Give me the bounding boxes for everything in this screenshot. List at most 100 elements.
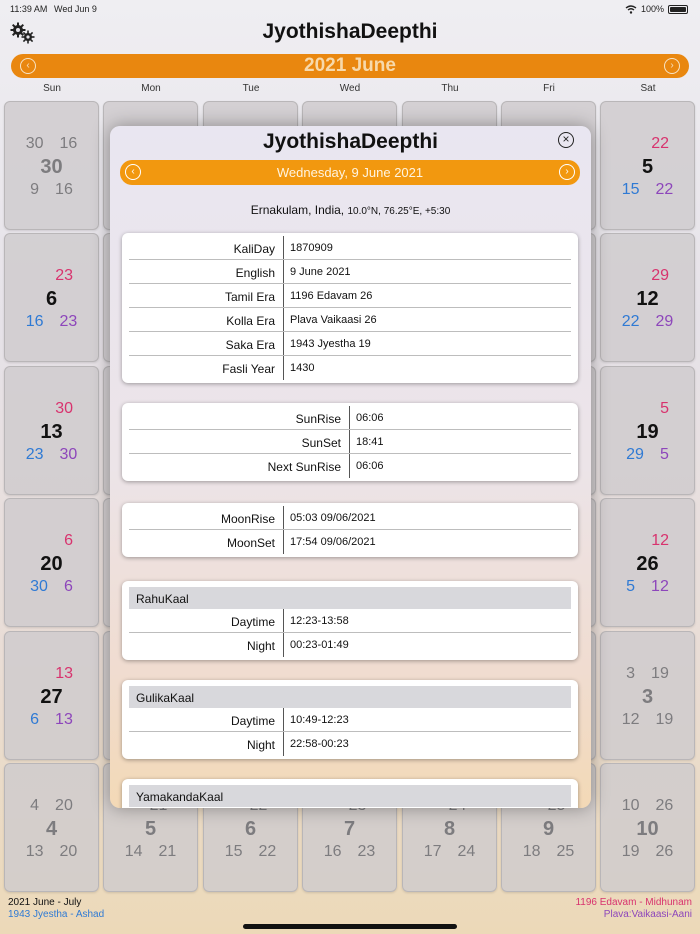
cell-bottom-value: 14 <box>124 843 143 860</box>
weekday-label: Thu <box>441 83 459 94</box>
footer-saka-range: 1943 Jyestha - Ashad <box>8 909 105 920</box>
info-label: English <box>235 266 275 280</box>
location-name: Ernakulam, India, <box>250 203 345 217</box>
info-value: 17:54 09/06/2021 <box>290 536 376 548</box>
info-row: Next SunRise 06:06 <box>129 454 571 478</box>
info-row: Night 22:58-00:23 <box>129 732 571 756</box>
weekday-label: Wed <box>339 83 361 94</box>
close-circle-icon[interactable]: × <box>558 132 574 148</box>
cell-top-value: 26 <box>655 797 674 814</box>
cell-bottom-dates: 14 21 <box>104 843 197 861</box>
footer-kolla-range: 1196 Edavam - Midhunam <box>575 897 692 908</box>
cell-bottom-value: 29 <box>655 313 674 330</box>
cell-bottom-dates: 30 6 <box>5 578 98 596</box>
footer-tamil-range: Plava:Vaikaasi-Aani <box>603 909 692 920</box>
weekday-header: Sun Mon Tue Wed Thu Fri Sat <box>0 83 700 97</box>
cell-bottom-value: 19 <box>655 711 674 728</box>
cell-bottom-value: 25 <box>556 843 575 860</box>
calendar-day-cell[interactable]: 13 27 6 13 <box>4 631 99 760</box>
cell-bottom-value: 23 <box>25 446 44 463</box>
yamakandakaal-card: YamakandaKaal <box>122 779 578 808</box>
cell-top-value: 23 <box>55 267 73 284</box>
cell-top-dates: 30 16 <box>5 135 98 153</box>
info-label: Fasli Year <box>222 362 275 376</box>
info-value: 00:23-01:49 <box>290 639 349 651</box>
calendar-day-cell[interactable]: 4 20 4 13 20 <box>4 763 99 892</box>
row-divider <box>283 356 284 380</box>
row-divider <box>283 732 284 756</box>
calendar-day-cell[interactable]: 12 26 5 12 <box>600 498 695 627</box>
cell-bottom-dates: 15 22 <box>601 181 694 199</box>
cell-bottom-value: 22 <box>621 313 640 330</box>
calendar-day-cell[interactable]: 6 20 30 6 <box>4 498 99 627</box>
calendar-day-cell[interactable]: 3 19 3 12 19 <box>600 631 695 760</box>
cell-bottom-dates: 15 22 <box>204 843 297 861</box>
cell-bottom-dates: 5 12 <box>601 578 694 596</box>
cell-day-number: 6 <box>45 288 58 310</box>
weekday-label: Tue <box>242 83 260 94</box>
status-date: Wed Jun 9 <box>54 4 97 14</box>
calendar-day-cell[interactable]: 22 5 15 22 <box>600 101 695 230</box>
sun-card: SunRise 06:06 SunSet 18:41 Next SunRise 06:06 <box>122 403 578 481</box>
row-divider <box>283 633 284 657</box>
info-row: Tamil Era 1196 Edavam 26 <box>129 284 571 308</box>
weekday-label: Mon <box>141 83 161 94</box>
info-value: 06:06 <box>356 460 384 472</box>
month-label[interactable]: 2021 June <box>11 55 689 77</box>
calendar-day-cell[interactable]: 30 13 23 30 <box>4 366 99 495</box>
cell-day-number: 3 <box>641 686 654 708</box>
cell-top-value: 12 <box>651 532 669 549</box>
info-row: MoonSet 17:54 09/06/2021 <box>129 530 571 554</box>
date-bar: ‹ Wednesday, 9 June 2021 › <box>120 160 580 185</box>
cell-top-value: 30 <box>25 135 44 152</box>
cell-bottom-value: 23 <box>59 313 78 330</box>
cell-top-value: 5 <box>660 400 669 417</box>
info-row: Kolla Era Plava Vaikaasi 26 <box>129 308 571 332</box>
info-label: Night <box>246 738 275 752</box>
cell-bottom-value: 6 <box>63 578 73 595</box>
info-value: Plava Vaikaasi 26 <box>290 314 377 326</box>
rahukaal-header: RahuKaal <box>129 587 571 609</box>
cell-day-number: 12 <box>636 288 659 310</box>
calendar-day-cell[interactable]: 23 6 16 23 <box>4 233 99 362</box>
selected-date: Wednesday, 9 June 2021 <box>276 165 424 180</box>
info-label: Daytime <box>230 714 275 728</box>
info-row: SunSet 18:41 <box>129 430 571 454</box>
info-row: Night 00:23-01:49 <box>129 633 571 657</box>
cell-top-value: 29 <box>651 267 669 284</box>
info-value: 10:49-12:23 <box>290 714 349 726</box>
home-indicator[interactable] <box>243 924 457 929</box>
month-bar: ‹ 2021 June › <box>11 54 689 78</box>
row-divider <box>283 236 284 259</box>
cell-top-dates: 10 26 <box>601 797 694 815</box>
info-value: 9 June 2021 <box>290 266 351 278</box>
cell-day-number: 27 <box>40 686 63 708</box>
cell-bottom-value: 19 <box>621 843 640 860</box>
calendar-day-cell[interactable]: 5 19 29 5 <box>600 366 695 495</box>
cell-bottom-value: 29 <box>626 446 644 463</box>
moon-card: MoonRise 05:03 09/06/2021 MoonSet 17:54 09/… <box>122 503 578 557</box>
calendar-day-cell[interactable]: 10 26 10 19 26 <box>600 763 695 892</box>
info-label: SunRise <box>295 412 341 426</box>
chevron-right-icon[interactable]: › <box>664 58 680 74</box>
info-row: Saka Era 1943 Jyestha 19 <box>129 332 571 356</box>
cell-day-number: 6 <box>244 818 257 840</box>
info-row: MoonRise 05:03 09/06/2021 <box>129 506 571 530</box>
battery-percent: 100% <box>640 4 664 14</box>
cell-bottom-value: 26 <box>655 843 674 860</box>
cell-bottom-dates: 22 29 <box>601 313 694 331</box>
cell-top-dates: 30 <box>5 400 98 418</box>
cell-bottom-value: 30 <box>59 446 78 463</box>
weekday-label: Sat <box>640 83 656 94</box>
row-divider <box>283 609 284 632</box>
cell-top-dates: 3 19 <box>601 665 694 683</box>
info-row: KaliDay 1870909 <box>129 236 571 260</box>
cell-day-number: 9 <box>542 818 555 840</box>
calendar-day-cell[interactable]: 30 16 30 9 16 <box>4 101 99 230</box>
info-value: 1196 Edavam 26 <box>290 290 373 302</box>
calendar-day-cell[interactable]: 29 12 22 29 <box>600 233 695 362</box>
cell-bottom-dates: 19 26 <box>601 843 694 861</box>
chevron-right-icon[interactable]: › <box>559 164 575 180</box>
cell-top-dates: 29 <box>601 267 694 285</box>
cell-day-number: 7 <box>343 818 356 840</box>
